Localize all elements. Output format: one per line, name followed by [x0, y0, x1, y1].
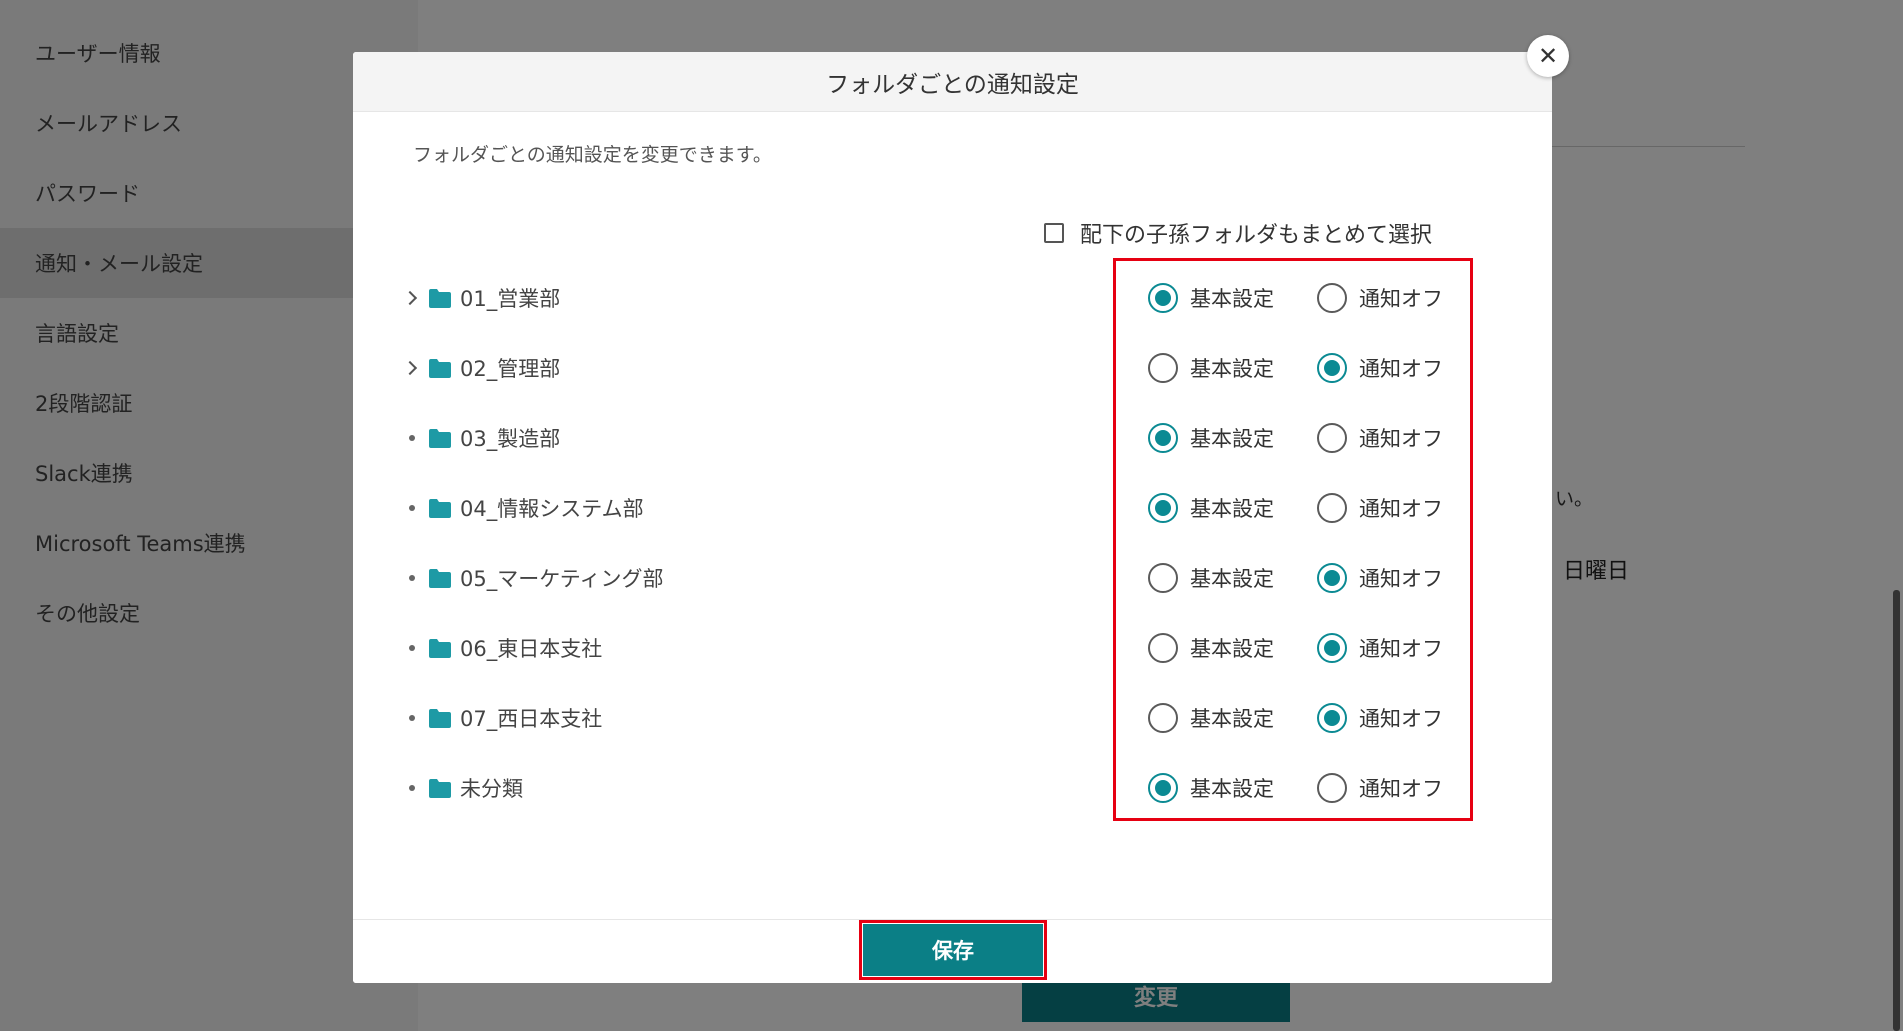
close-icon[interactable]: ✕	[1527, 35, 1569, 77]
checkbox-box[interactable]	[1044, 223, 1064, 243]
radio-label: 通知オフ	[1359, 357, 1443, 381]
radio-notification-off[interactable]: 通知オフ	[1317, 763, 1443, 813]
save-button[interactable]: 保存	[859, 920, 1047, 980]
bulk-select-label: 配下の子孫フォルダもまとめて選択	[1080, 223, 1433, 248]
folder-row: 05_マーケティング部 基本設定 通知オフ	[353, 553, 1552, 603]
radio-basic-setting[interactable]: 基本設定	[1148, 553, 1274, 603]
folder-icon	[429, 358, 451, 378]
modal-description: フォルダごとの通知設定を変更できます。	[413, 144, 772, 166]
folder-name-cell: 未分類	[405, 763, 523, 813]
folder-row: 未分類 基本設定 通知オフ	[353, 763, 1552, 813]
radio-label: 通知オフ	[1359, 637, 1443, 661]
folder-name: 04_情報システム部	[460, 497, 644, 521]
radio-button[interactable]	[1148, 563, 1178, 593]
bullet-dot-icon	[405, 785, 419, 791]
radio-basic-setting[interactable]: 基本設定	[1148, 273, 1274, 323]
radio-label: 基本設定	[1190, 427, 1274, 451]
radio-button[interactable]	[1148, 703, 1178, 733]
folder-row: 02_管理部 基本設定 通知オフ	[353, 343, 1552, 393]
folder-notification-modal: フォルダごとの通知設定 フォルダごとの通知設定を変更できます。 配下の子孫フォル…	[353, 52, 1552, 983]
folder-name: 未分類	[460, 777, 523, 801]
radio-button[interactable]	[1148, 353, 1178, 383]
radio-button[interactable]	[1148, 633, 1178, 663]
folder-icon	[429, 568, 451, 588]
folder-row: 03_製造部 基本設定 通知オフ	[353, 413, 1552, 463]
radio-button[interactable]	[1148, 423, 1178, 453]
folder-icon	[429, 708, 451, 728]
radio-label: 通知オフ	[1359, 567, 1443, 591]
radio-basic-setting[interactable]: 基本設定	[1148, 693, 1274, 743]
radio-button[interactable]	[1317, 493, 1347, 523]
radio-button[interactable]	[1317, 773, 1347, 803]
folder-icon	[429, 288, 451, 308]
radio-label: 通知オフ	[1359, 287, 1443, 311]
bullet-dot-icon	[405, 715, 419, 721]
folder-name-cell: 07_西日本支社	[405, 693, 602, 743]
folder-icon	[429, 778, 451, 798]
bullet-dot-icon	[405, 505, 419, 511]
radio-button[interactable]	[1148, 773, 1178, 803]
folder-icon	[429, 428, 451, 448]
bulk-select-descendants-checkbox[interactable]: 配下の子孫フォルダもまとめて選択	[1044, 218, 1432, 248]
radio-button[interactable]	[1317, 283, 1347, 313]
folder-icon	[429, 498, 451, 518]
folder-icon	[429, 638, 451, 658]
folder-name-cell: 03_製造部	[405, 413, 560, 463]
radio-basic-setting[interactable]: 基本設定	[1148, 483, 1274, 533]
radio-label: 通知オフ	[1359, 427, 1443, 451]
radio-notification-off[interactable]: 通知オフ	[1317, 623, 1443, 673]
folder-name-cell: 01_営業部	[402, 273, 561, 323]
folder-row: 07_西日本支社 基本設定 通知オフ	[353, 693, 1552, 743]
radio-button[interactable]	[1317, 423, 1347, 453]
radio-label: 基本設定	[1190, 567, 1274, 591]
radio-label: 基本設定	[1190, 357, 1274, 381]
folder-name-cell: 05_マーケティング部	[405, 553, 664, 603]
radio-basic-setting[interactable]: 基本設定	[1148, 413, 1274, 463]
radio-button[interactable]	[1317, 633, 1347, 663]
radio-notification-off[interactable]: 通知オフ	[1317, 343, 1443, 393]
folder-row: 06_東日本支社 基本設定 通知オフ	[353, 623, 1552, 673]
folder-name: 07_西日本支社	[460, 707, 603, 731]
radio-label: 基本設定	[1190, 707, 1274, 731]
folder-name-cell: 04_情報システム部	[405, 483, 644, 533]
radio-label: 通知オフ	[1359, 497, 1443, 521]
folder-row: 01_営業部 基本設定 通知オフ	[353, 273, 1552, 323]
folder-row: 04_情報システム部 基本設定 通知オフ	[353, 483, 1552, 533]
radio-basic-setting[interactable]: 基本設定	[1148, 623, 1274, 673]
folder-name-cell: 06_東日本支社	[405, 623, 602, 673]
folder-name: 01_営業部	[460, 287, 561, 311]
radio-basic-setting[interactable]: 基本設定	[1148, 763, 1274, 813]
radio-button[interactable]	[1317, 703, 1347, 733]
chevron-right-icon[interactable]	[402, 290, 419, 306]
radio-label: 基本設定	[1190, 637, 1274, 661]
radio-notification-off[interactable]: 通知オフ	[1317, 553, 1443, 603]
bullet-dot-icon	[405, 645, 419, 651]
folder-name: 02_管理部	[460, 357, 561, 381]
bullet-dot-icon	[405, 575, 419, 581]
radio-notification-off[interactable]: 通知オフ	[1317, 273, 1443, 323]
folder-name: 03_製造部	[460, 427, 561, 451]
folder-name-cell: 02_管理部	[402, 343, 561, 393]
radio-label: 基本設定	[1190, 497, 1274, 521]
modal-title: フォルダごとの通知設定	[353, 52, 1552, 112]
radio-label: 基本設定	[1190, 287, 1274, 311]
folder-name: 05_マーケティング部	[460, 567, 664, 591]
radio-notification-off[interactable]: 通知オフ	[1317, 413, 1443, 463]
chevron-right-icon[interactable]	[402, 360, 419, 376]
radio-label: 通知オフ	[1359, 777, 1443, 801]
radio-button[interactable]	[1317, 563, 1347, 593]
radio-notification-off[interactable]: 通知オフ	[1317, 483, 1443, 533]
radio-basic-setting[interactable]: 基本設定	[1148, 343, 1274, 393]
radio-button[interactable]	[1148, 283, 1178, 313]
folder-name: 06_東日本支社	[460, 637, 603, 661]
bullet-dot-icon	[405, 435, 419, 441]
radio-button[interactable]	[1317, 353, 1347, 383]
radio-label: 通知オフ	[1359, 707, 1443, 731]
radio-notification-off[interactable]: 通知オフ	[1317, 693, 1443, 743]
radio-label: 基本設定	[1190, 777, 1274, 801]
radio-button[interactable]	[1148, 493, 1178, 523]
